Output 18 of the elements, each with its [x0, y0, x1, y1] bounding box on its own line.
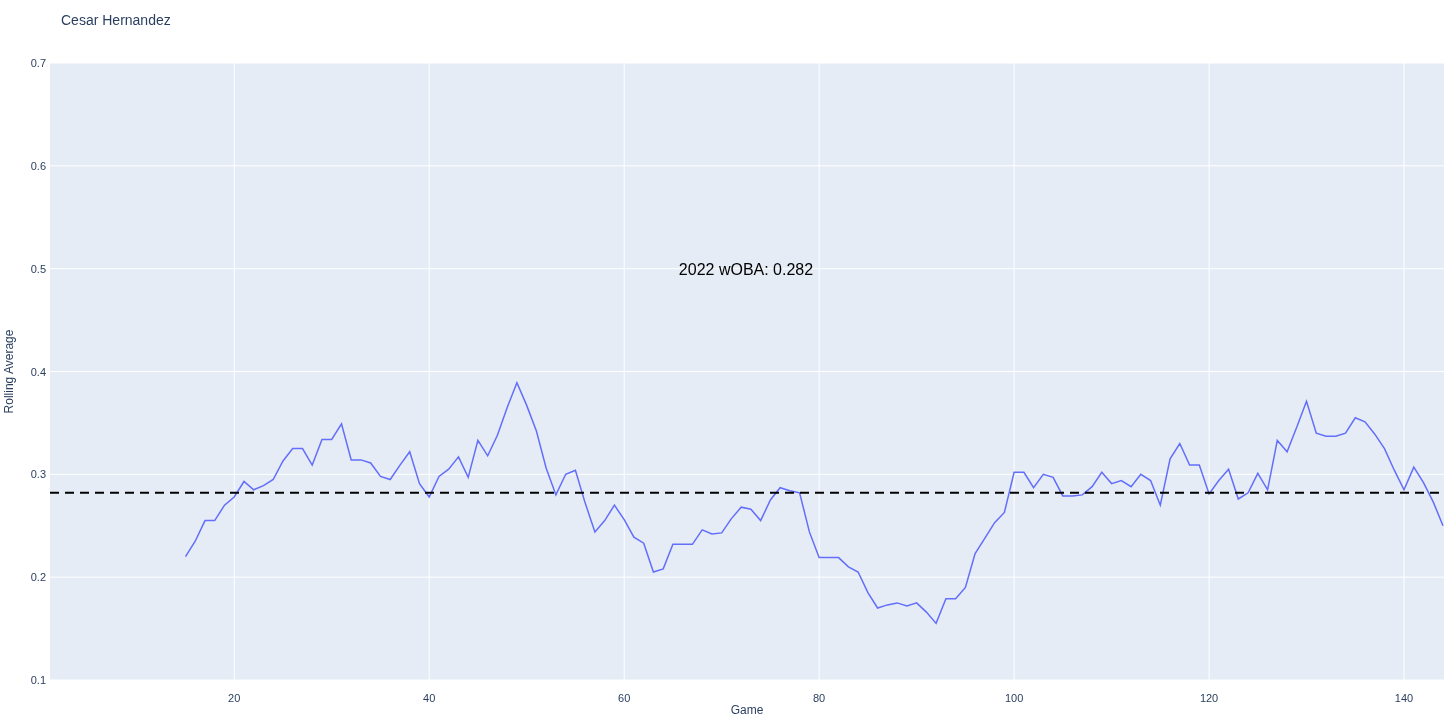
- x-tick-label: 80: [813, 692, 826, 704]
- x-tick-label: 140: [1394, 692, 1414, 704]
- chart-annotation: 2022 wOBA: 0.282: [678, 260, 814, 278]
- chart-title: Cesar Hernandez: [61, 12, 171, 28]
- x-tick-label: 120: [1199, 692, 1219, 704]
- x-axis-title: Game: [730, 703, 764, 717]
- y-axis-title: Rolling Average: [2, 329, 16, 414]
- y-tick-label: 0.2: [30, 571, 46, 584]
- x-tick-label: 100: [1004, 692, 1024, 704]
- y-tick-label: 0.1: [30, 674, 46, 686]
- x-tick-label: 40: [423, 692, 436, 704]
- y-tick-label: 0.5: [30, 262, 46, 275]
- x-tick-label: 20: [228, 692, 241, 704]
- x-tick-label: 60: [618, 692, 631, 704]
- y-tick-label: 0.3: [30, 468, 46, 481]
- y-tick-label: 0.7: [30, 57, 46, 69]
- y-tick-label: 0.4: [30, 365, 46, 378]
- y-tick-label: 0.6: [30, 159, 46, 172]
